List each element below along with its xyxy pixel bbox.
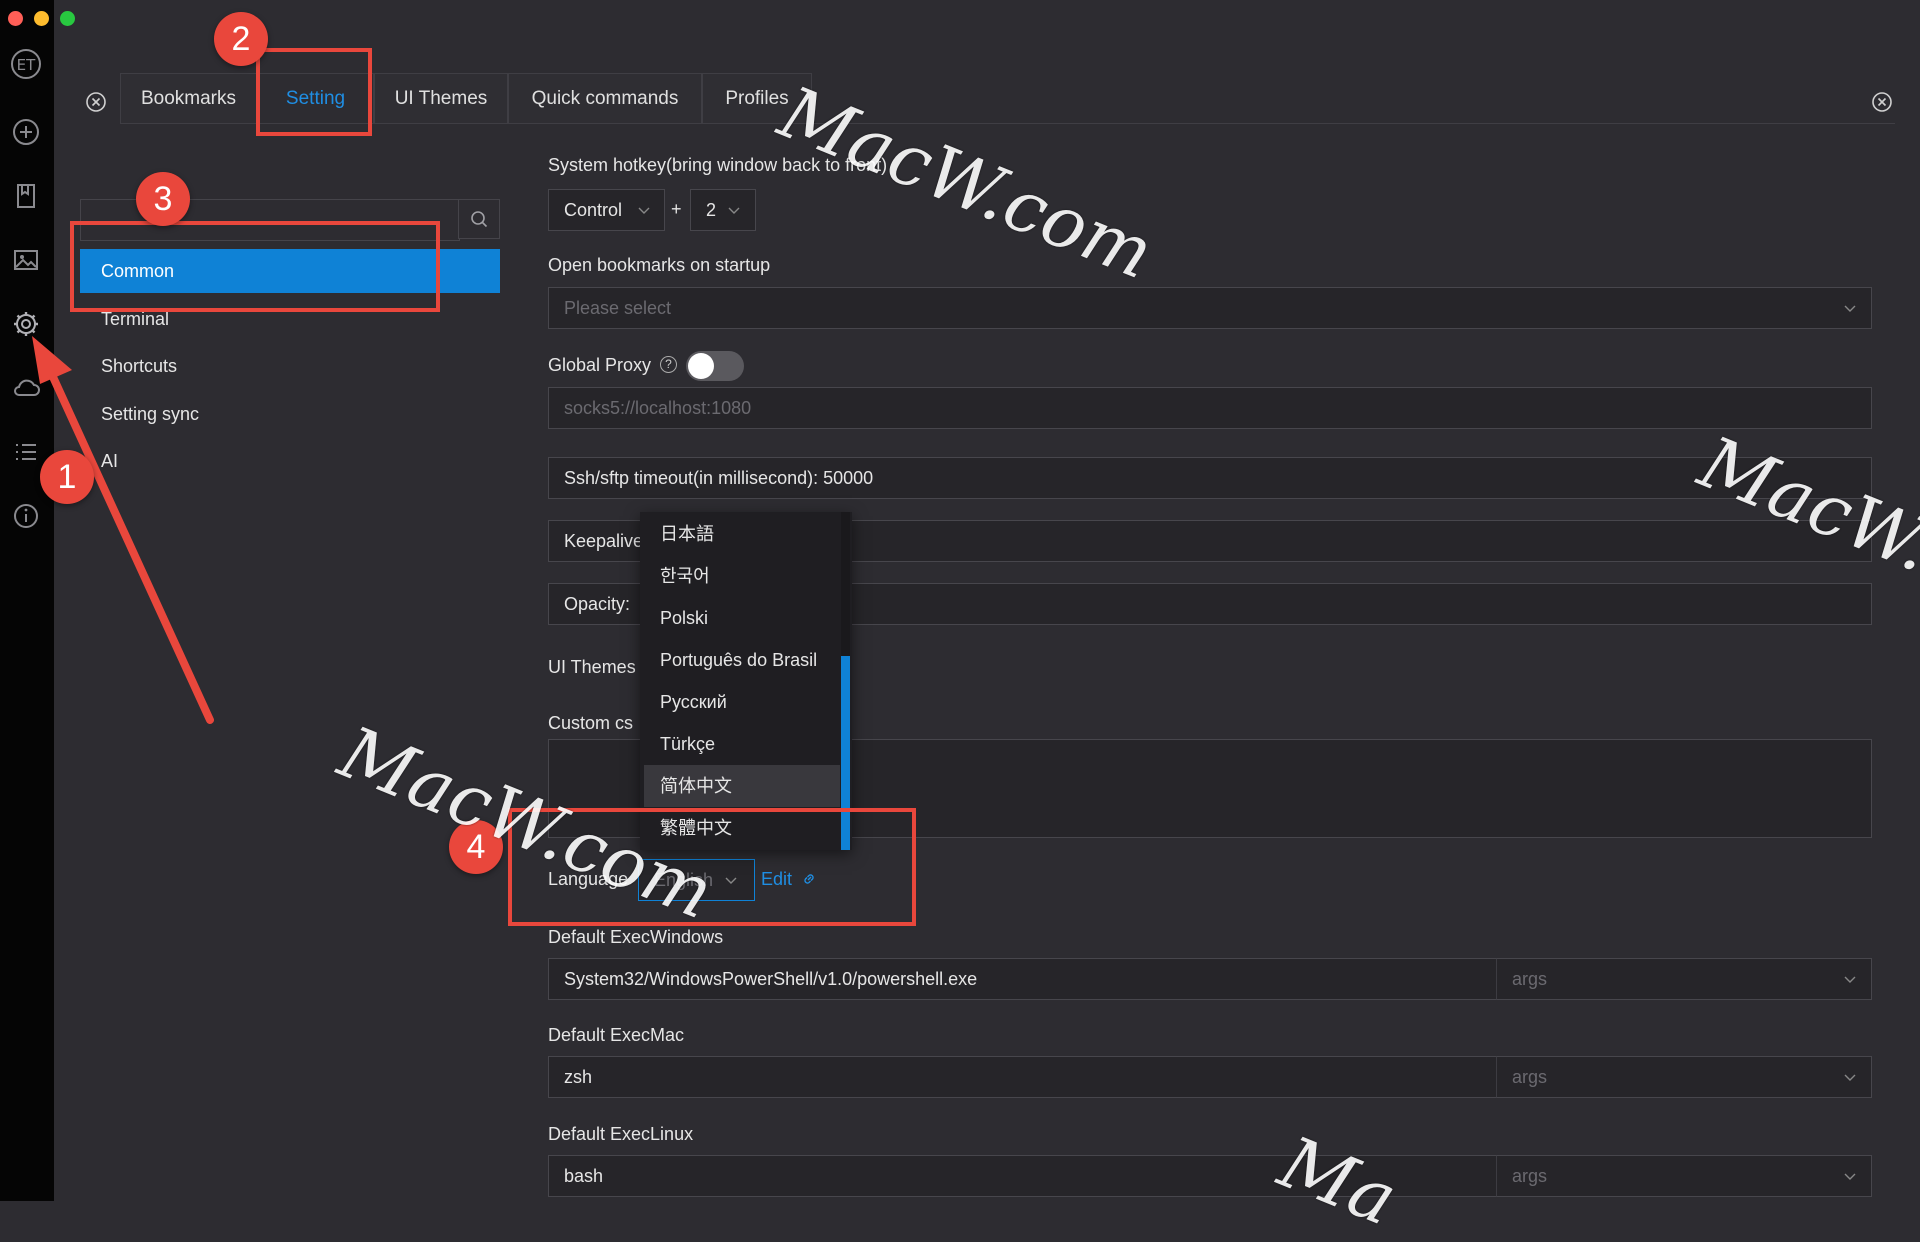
annotation-badge-1: 1	[40, 450, 94, 504]
highlight-box-setting-tab	[256, 48, 372, 136]
highlight-box-common	[70, 221, 440, 312]
annotation-badge-2: 2	[214, 12, 268, 66]
annotation-badge-3: 3	[136, 172, 190, 226]
